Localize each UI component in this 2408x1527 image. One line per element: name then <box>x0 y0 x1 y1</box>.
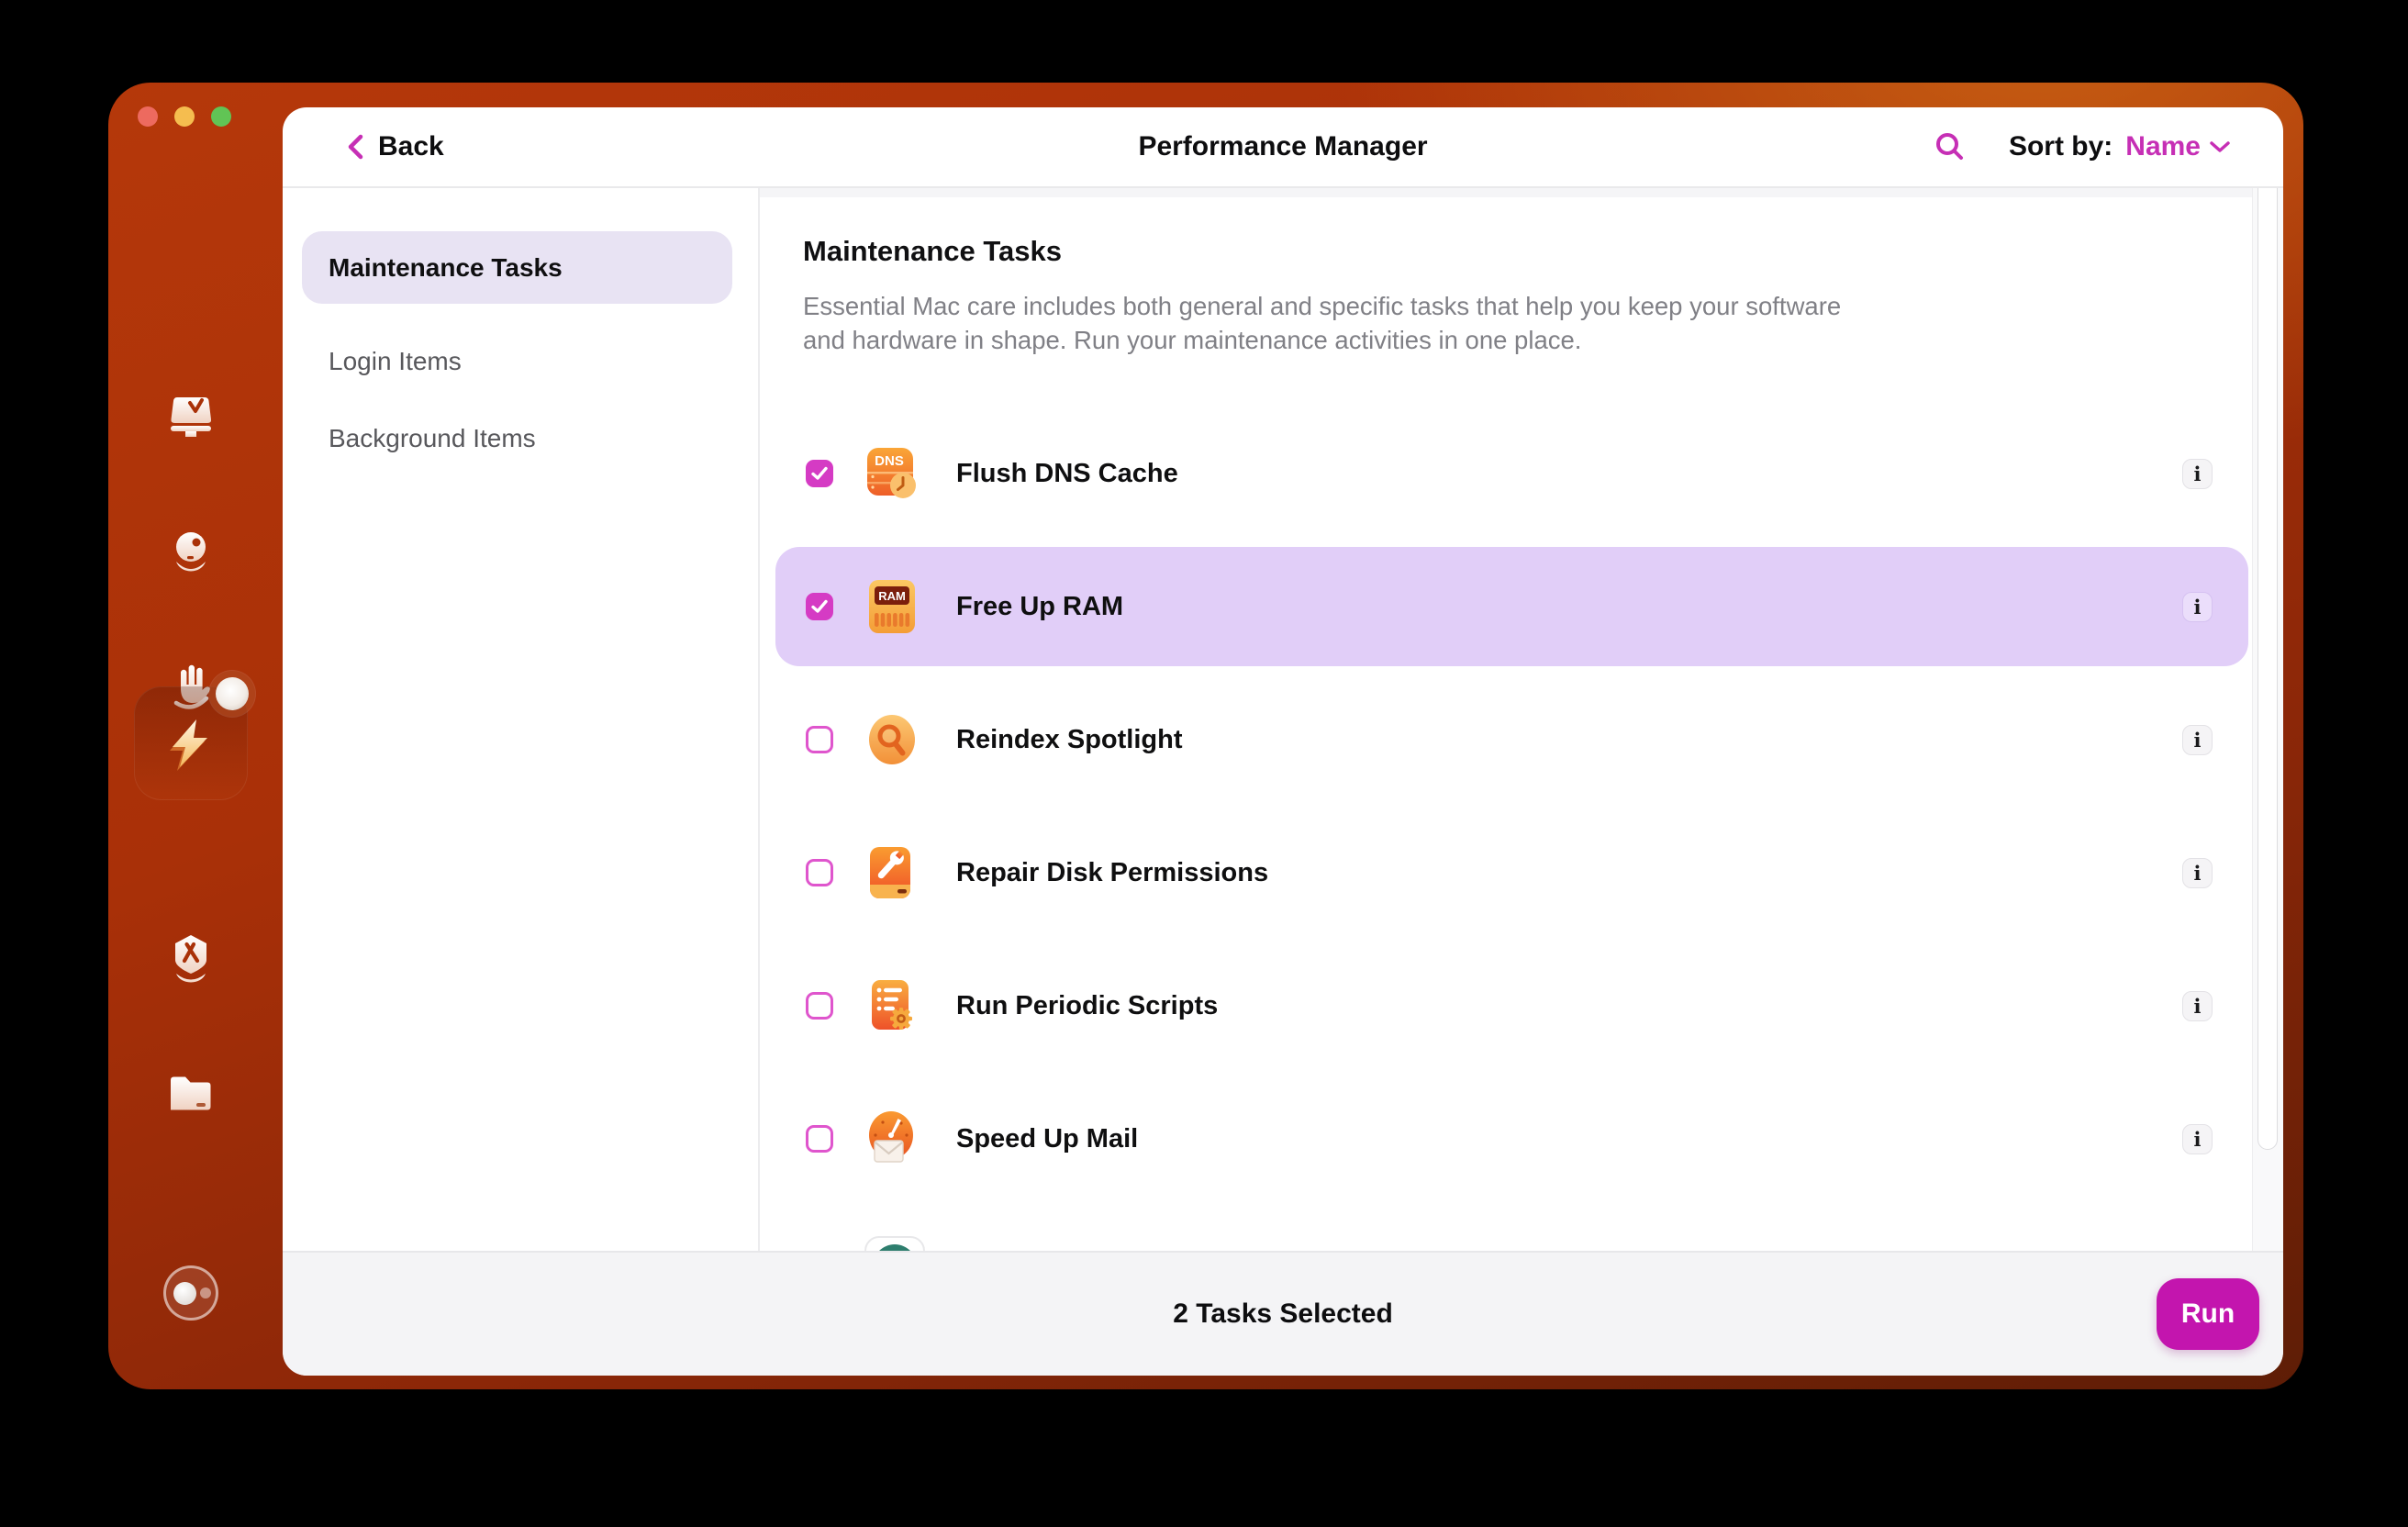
applications-shield-icon <box>175 935 206 983</box>
disk-permissions-icon <box>870 847 910 898</box>
header-actions: Sort by: Name <box>1934 107 2232 186</box>
task-row[interactable]: Speed Up Mail i <box>775 1079 2248 1198</box>
footer-bar: 2 Tasks Selected Run <box>283 1251 2283 1376</box>
close-window-button[interactable] <box>138 106 158 127</box>
task-icon-slot <box>864 1111 920 1166</box>
task-label: Run Periodic Scripts <box>956 990 1219 1020</box>
task-row[interactable]: Repair Disk Permissions i <box>775 813 2248 932</box>
scrollbar-track[interactable] <box>2252 188 2283 1251</box>
sidebar-item-smart-scan[interactable] <box>162 523 220 582</box>
task-icon-slot <box>864 712 920 767</box>
task-row[interactable]: DNS Flush DNS Cache i <box>775 414 2248 533</box>
task-icon-slot <box>864 978 920 1033</box>
main-panel: Back Performance Manager Sort by: Name M… <box>283 107 2283 1376</box>
svg-text:DNS: DNS <box>875 453 904 469</box>
task-checkbox[interactable] <box>806 859 833 886</box>
section-nav: Maintenance Tasks Login Items Background… <box>283 188 760 1251</box>
info-glyph: i <box>2193 995 2202 1018</box>
check-icon <box>811 599 828 613</box>
zoom-window-button[interactable] <box>211 106 231 127</box>
task-icon-slot <box>864 845 920 900</box>
info-button[interactable]: i <box>2182 991 2213 1021</box>
task-label: Free Up RAM <box>956 591 1124 621</box>
info-button[interactable]: i <box>2182 858 2213 888</box>
assistant-dot-large <box>173 1282 196 1305</box>
svg-text:RAM: RAM <box>878 589 906 603</box>
task-icon-slot: DNS <box>864 446 920 501</box>
info-button[interactable]: i <box>2182 459 2213 489</box>
check-icon <box>811 466 828 480</box>
content-description: Essential Mac care includes both general… <box>803 292 1842 354</box>
periodic-scripts-icon <box>872 980 912 1030</box>
minimize-window-button[interactable] <box>174 106 195 127</box>
run-button[interactable]: Run <box>2157 1278 2259 1350</box>
content-heading: Maintenance Tasks <box>803 235 1062 267</box>
task-scroll-area: Maintenance Tasks Essential Mac care inc… <box>760 188 2283 1251</box>
sort-by-value[interactable]: Name <box>2125 131 2201 162</box>
task-list: DNS Flush DNS Cache i RAM Free Up RAM i <box>775 414 2248 1212</box>
info-button[interactable]: i <box>2182 1124 2213 1154</box>
performance-bolt-icon <box>170 719 207 771</box>
task-row[interactable]: RAM Free Up RAM i <box>775 547 2248 666</box>
cleanup-monitor-icon <box>171 397 212 437</box>
sort-by-label: Sort by: <box>2008 131 2113 162</box>
search-icon <box>1935 133 1963 160</box>
nav-item-background-items[interactable]: Background Items <box>302 402 732 474</box>
app-window: Back Performance Manager Sort by: Name M… <box>108 83 2303 1389</box>
nav-item-login-items[interactable]: Login Items <box>302 325 732 397</box>
header-bar: Back Performance Manager Sort by: Name <box>283 107 2283 188</box>
ram-icon: RAM <box>869 580 915 633</box>
task-checkbox[interactable] <box>806 460 833 487</box>
assistant-dot-small <box>200 1287 211 1299</box>
info-glyph: i <box>2193 862 2202 885</box>
smart-scan-orb-icon <box>176 532 206 572</box>
task-checkbox[interactable] <box>806 726 833 753</box>
chevron-down-icon[interactable] <box>2208 139 2232 155</box>
dns-cache-icon: DNS <box>867 448 916 498</box>
task-label: Flush DNS Cache <box>956 458 1178 488</box>
info-glyph: i <box>2193 463 2202 485</box>
notification-badge <box>216 677 249 710</box>
info-button[interactable]: i <box>2182 725 2213 755</box>
task-label: Repair Disk Permissions <box>956 857 1269 887</box>
files-folder-icon <box>171 1076 211 1110</box>
info-glyph: i <box>2193 1128 2202 1151</box>
task-row[interactable]: Run Periodic Scripts i <box>775 946 2248 1065</box>
sidebar-item-cleanup[interactable] <box>162 390 220 449</box>
info-glyph: i <box>2193 596 2202 619</box>
info-button[interactable]: i <box>2182 592 2213 622</box>
assistant-toggle-button[interactable] <box>163 1265 218 1321</box>
sidebar-item-files[interactable] <box>162 1064 220 1123</box>
partial-task-icon <box>864 1236 925 1251</box>
spotlight-icon <box>869 715 915 764</box>
task-label: Speed Up Mail <box>956 1123 1139 1154</box>
app-sidebar <box>108 83 283 1389</box>
search-button[interactable] <box>1934 130 1967 163</box>
info-glyph: i <box>2193 729 2202 752</box>
task-checkbox[interactable] <box>806 1125 833 1153</box>
sidebar-item-performance-selected[interactable] <box>134 677 249 800</box>
sidebar-item-applications[interactable] <box>162 931 220 990</box>
task-icon-slot: RAM <box>864 579 920 634</box>
task-row[interactable]: Reindex Spotlight i <box>775 680 2248 799</box>
nav-item-maintenance-tasks[interactable]: Maintenance Tasks <box>302 231 732 304</box>
scrollbar-thumb[interactable] <box>2258 188 2278 1150</box>
task-label: Reindex Spotlight <box>956 724 1183 754</box>
mail-speed-icon <box>869 1111 913 1163</box>
scrolled-row-sliver <box>760 188 2283 197</box>
task-checkbox[interactable] <box>806 593 833 620</box>
tasks-selected-status: 2 Tasks Selected <box>1173 1299 1393 1329</box>
task-checkbox[interactable] <box>806 992 833 1020</box>
partial-teal-circle <box>873 1244 917 1251</box>
